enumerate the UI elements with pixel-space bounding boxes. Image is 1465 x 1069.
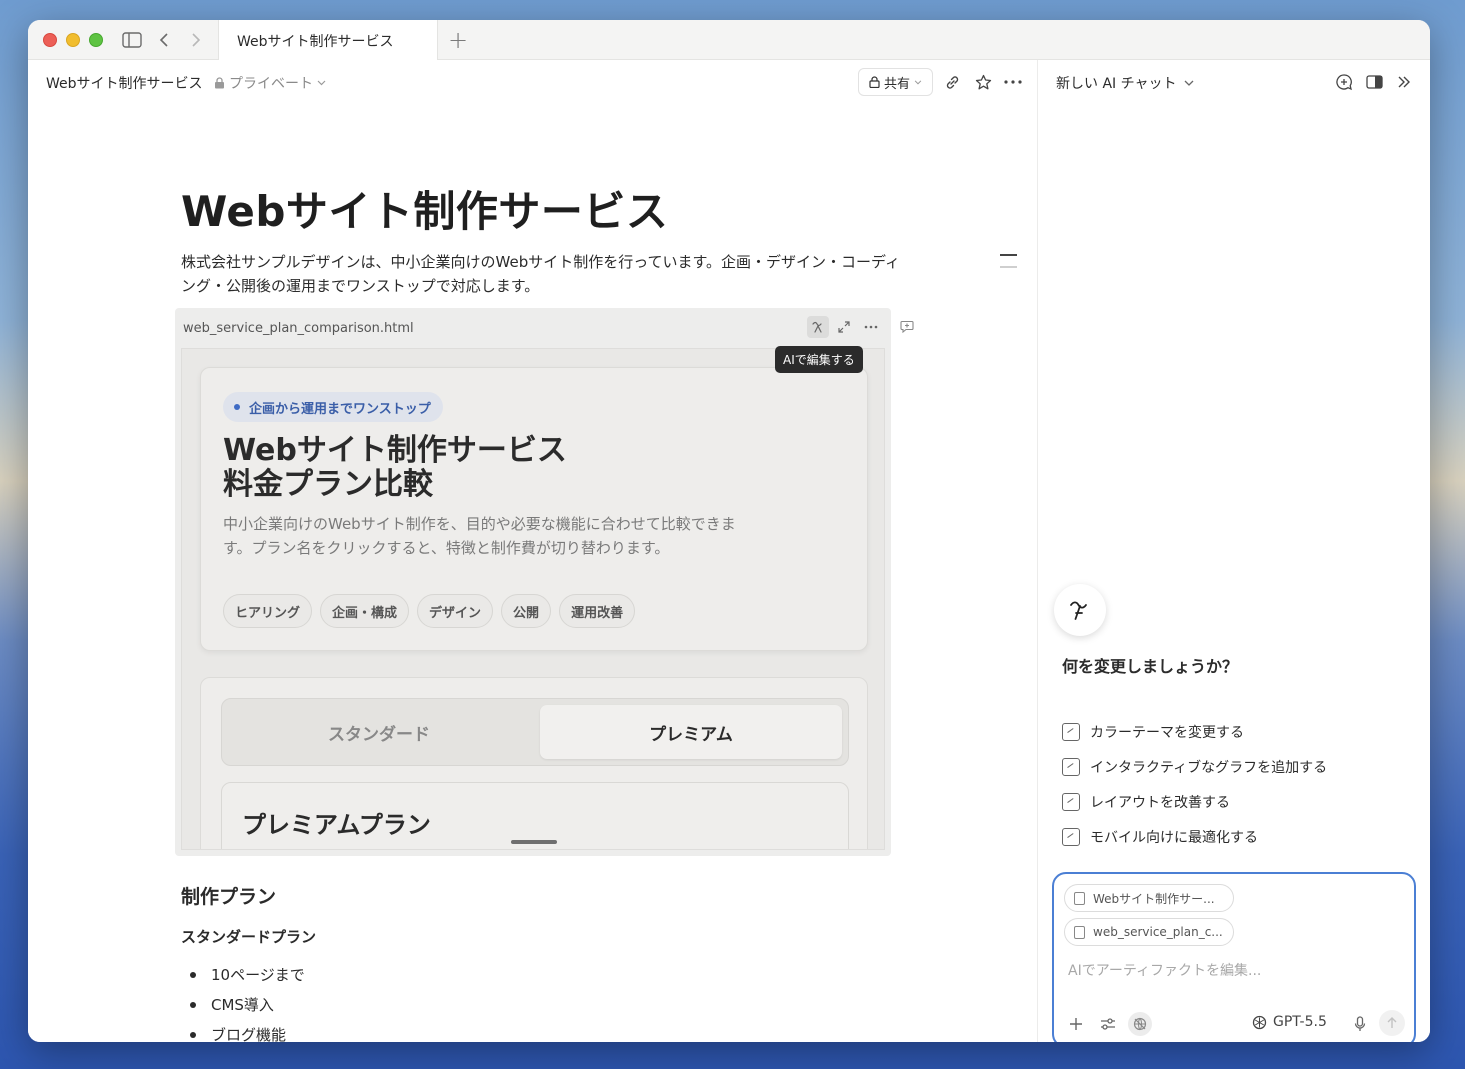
- chat-prompt-question: 何を変更しましょうか？: [1062, 657, 1239, 676]
- tab-standard[interactable]: スタンダード: [228, 705, 530, 759]
- chat-composer[interactable]: Webサイト制作サー... web_service_plan_c... AIでア…: [1052, 872, 1416, 1042]
- suggestion-label: レイアウトを改善する: [1090, 795, 1230, 811]
- artifact-preview[interactable]: 企画から運用までワンストップ Webサイト制作サービス 料金プラン比較 中小企業…: [181, 348, 885, 850]
- title-bar: Webサイト制作サービス +: [28, 20, 1430, 61]
- model-label: GPT-5.5: [1273, 1014, 1327, 1030]
- hero-title-line1: Webサイト制作サービス: [223, 433, 567, 468]
- new-tab-button[interactable]: +: [448, 26, 468, 54]
- suggestion-label: モバイル向けに最適化する: [1090, 830, 1258, 846]
- context-chip-artifact[interactable]: web_service_plan_c...: [1064, 918, 1234, 946]
- list-item: ブログ機能: [181, 1024, 305, 1042]
- chevron-down-icon: [1185, 80, 1194, 86]
- process-steps: ヒアリング 企画・構成 デザイン 公開 運用改善: [223, 594, 636, 628]
- tab-webサイト[interactable]: Webサイト制作サービス: [218, 20, 438, 61]
- collapse-panel-icon[interactable]: [1394, 72, 1414, 92]
- plan-card: スタンダード プレミアム プレミアムプラン: [200, 677, 868, 849]
- artifact-filename: web_service_plan_comparison.html: [183, 321, 414, 336]
- web-search-off-icon[interactable]: [1128, 1012, 1152, 1036]
- edit-suggestion-icon: [1062, 828, 1080, 846]
- settings-sliders-icon[interactable]: [1096, 1012, 1120, 1036]
- chat-input[interactable]: AIでアーティファクトを編集...: [1068, 960, 1261, 980]
- openai-logo-icon: [1252, 1015, 1267, 1029]
- arrow-up-icon: [1387, 1017, 1397, 1028]
- hero-title: Webサイト制作サービス 料金プラン比較: [223, 434, 567, 502]
- step-chip: ヒアリング: [223, 594, 313, 628]
- step-chip: 公開: [501, 594, 552, 628]
- comment-icon[interactable]: [900, 318, 914, 337]
- suggestion-item[interactable]: インタラクティブなグラフを追加する: [1062, 757, 1327, 777]
- suggestion-item[interactable]: カラーテーマを変更する: [1062, 722, 1244, 742]
- table-of-contents-marker[interactable]: [1000, 254, 1017, 278]
- send-button[interactable]: [1379, 1010, 1405, 1036]
- artifact-more-icon[interactable]: [860, 316, 882, 338]
- forward-icon[interactable]: [186, 28, 206, 52]
- artifact-embed[interactable]: web_service_plan_comparison.html AIで編集する…: [175, 308, 891, 856]
- artifact-icon: [1074, 926, 1085, 939]
- share-button[interactable]: 共有: [858, 68, 933, 96]
- back-icon[interactable]: [154, 28, 174, 52]
- hero-badge: 企画から運用までワンストップ: [223, 392, 443, 422]
- link-icon[interactable]: [942, 72, 962, 92]
- list-item: 10ページまで: [181, 964, 305, 994]
- chip-label: web_service_plan_c...: [1093, 925, 1223, 939]
- hero-title-line2: 料金プラン比較: [223, 467, 433, 502]
- feature-list: 10ページまで CMS導入 ブログ機能: [181, 964, 305, 1042]
- plan-tabs: スタンダード プレミアム: [221, 698, 849, 766]
- privacy-label: プライベート: [229, 76, 313, 92]
- hero-description: 中小企業向けのWebサイト制作を、目的や必要な機能に合わせて比較できます。プラン…: [223, 515, 736, 557]
- close-window-button[interactable]: [43, 33, 57, 47]
- lock-icon: [869, 76, 880, 88]
- sidebar-toggle-icon[interactable]: [120, 28, 144, 52]
- star-icon[interactable]: [973, 72, 993, 92]
- context-chip-document[interactable]: Webサイト制作サー...: [1064, 884, 1234, 912]
- edit-suggestion-icon: [1062, 723, 1080, 741]
- suggestion-label: カラーテーマを変更する: [1090, 725, 1244, 741]
- edit-suggestion-icon: [1062, 758, 1080, 776]
- section-heading: 制作プラン: [181, 886, 277, 908]
- model-selector[interactable]: GPT-5.5: [1252, 1014, 1327, 1030]
- add-icon[interactable]: [1064, 1012, 1088, 1036]
- minimize-window-button[interactable]: [66, 33, 80, 47]
- expand-icon[interactable]: [833, 316, 855, 338]
- microphone-icon[interactable]: [1348, 1012, 1372, 1036]
- lock-icon: [215, 77, 224, 89]
- step-chip: デザイン: [417, 594, 494, 628]
- hero-card: 企画から運用までワンストップ Webサイト制作サービス 料金プラン比較 中小企業…: [200, 367, 868, 651]
- chat-title-dropdown[interactable]: 新しい AI チャット: [1056, 73, 1194, 93]
- ai-edit-icon[interactable]: [807, 316, 829, 338]
- suggestion-label: インタラクティブなグラフを追加する: [1090, 760, 1328, 776]
- chevron-down-icon: [914, 79, 922, 84]
- document-title: Webサイト制作サービス: [181, 187, 669, 236]
- breadcrumb[interactable]: Webサイト制作サービス: [46, 73, 203, 93]
- panel-layout-icon[interactable]: [1364, 72, 1384, 92]
- step-chip: 運用改善: [559, 594, 636, 628]
- chat-title: 新しい AI チャット: [1056, 76, 1177, 92]
- suggestion-item[interactable]: レイアウトを改善する: [1062, 792, 1230, 812]
- plan-detail-title: プレミアムプラン: [242, 811, 431, 839]
- intro-paragraph: 株式会社サンプルデザインは、中小企業向けのWebサイト制作を行っています。企画・…: [181, 253, 900, 295]
- document-icon: [1074, 892, 1085, 905]
- suggestion-item[interactable]: モバイル向けに最適化する: [1062, 827, 1258, 847]
- ai-avatar: [1054, 584, 1106, 636]
- tab-label: Webサイト制作サービス: [237, 34, 394, 50]
- edit-suggestion-icon: [1062, 793, 1080, 811]
- chevron-down-icon: [317, 80, 326, 86]
- chip-label: Webサイト制作サー...: [1093, 891, 1215, 906]
- zoom-window-button[interactable]: [89, 33, 103, 47]
- step-chip: 企画・構成: [320, 594, 410, 628]
- privacy-dropdown[interactable]: プライベート: [214, 73, 326, 93]
- document-header: Webサイト制作サービス プライベート 共有: [28, 60, 1037, 104]
- share-label: 共有: [883, 76, 910, 92]
- app-window: Webサイト制作サービス + Webサイト制作サービス プライベート 共有 We…: [28, 20, 1430, 1042]
- ai-chat-panel: 新しい AI チャット 何を変更しましょうか？ カラーテーマを変更する インタラ…: [1037, 60, 1430, 1042]
- ai-edit-tooltip: AIで編集する: [775, 346, 863, 373]
- tab-premium[interactable]: プレミアム: [540, 705, 842, 759]
- more-icon[interactable]: [1003, 72, 1023, 92]
- list-item: CMS導入: [181, 994, 305, 1024]
- resize-handle[interactable]: [511, 840, 557, 844]
- new-chat-icon[interactable]: [1334, 72, 1354, 92]
- subheading: スタンダードプラン: [181, 928, 317, 946]
- document-pane: Webサイト制作サービス プライベート 共有 Webサイト制作サービス 株式会社…: [28, 60, 1037, 1042]
